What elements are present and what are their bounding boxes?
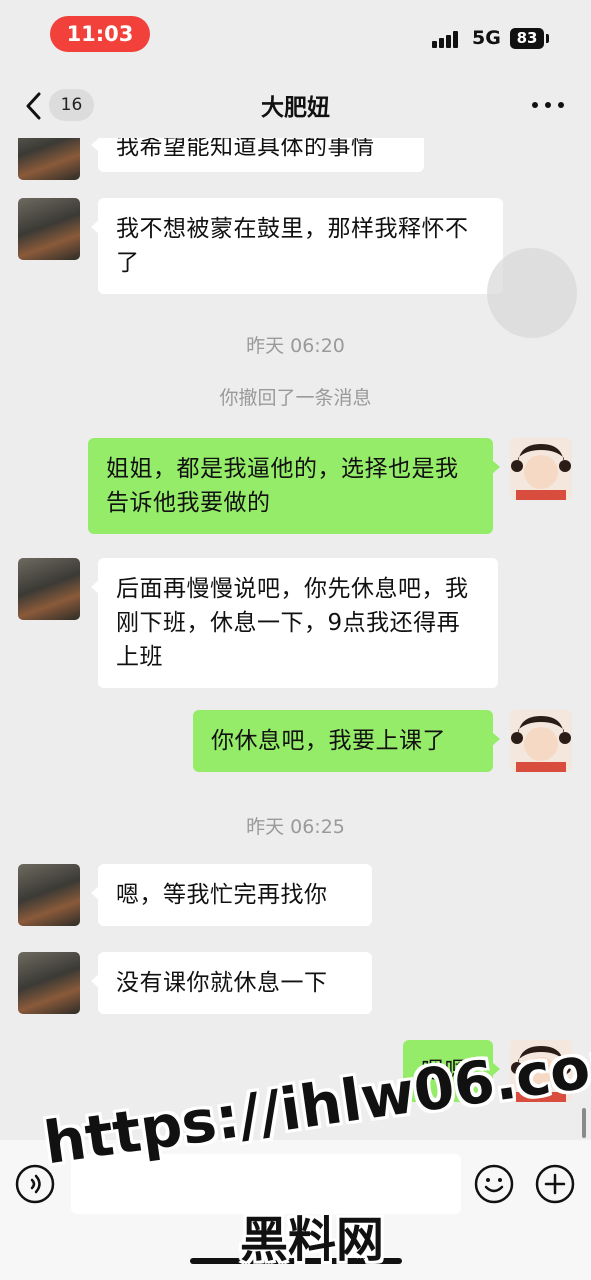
contact-avatar[interactable] xyxy=(18,864,80,926)
contact-avatar[interactable] xyxy=(18,558,80,620)
message-bubble-outgoing[interactable]: 姐姐，都是我逼他的，选择也是我告诉他我要做的 xyxy=(88,438,500,534)
chat-header: 16 大肥妞 xyxy=(0,70,591,140)
user-avatar[interactable] xyxy=(510,438,572,500)
more-icon[interactable] xyxy=(532,102,566,110)
battery-icon: 83 xyxy=(510,28,544,49)
message-bubble-incoming[interactable]: 我希望能知道具体的事情 xyxy=(91,138,424,172)
timestamp-label: 昨天 06:25 xyxy=(246,816,345,838)
message-bubble-incoming[interactable]: 嗯，等我忙完再找你 xyxy=(91,864,372,926)
timestamp-label: 昨天 06:20 xyxy=(246,335,345,357)
user-avatar[interactable] xyxy=(510,710,572,772)
message-bubble-incoming[interactable]: 没有课你就休息一下 xyxy=(91,952,372,1014)
recall-notice: 你撤回了一条消息 xyxy=(219,387,372,409)
message-list[interactable]: 我希望能知道具体的事情 我不想被蒙在鼓里，那样我释怀不了 昨天 06:20 你撤… xyxy=(0,138,591,1140)
message-bubble-outgoing[interactable]: 你休息吧，我要上课了 xyxy=(193,710,500,772)
battery-tip xyxy=(546,34,549,43)
watermark-site-name: 黑料网 xyxy=(240,1212,385,1268)
signal-icon xyxy=(432,31,462,48)
contact-avatar[interactable] xyxy=(18,138,80,180)
contact-avatar[interactable] xyxy=(18,198,80,260)
plus-icon[interactable] xyxy=(535,1164,575,1204)
message-bubble-incoming[interactable]: 后面再慢慢说吧，你先休息吧，我刚下班，休息一下，9点我还得再上班 xyxy=(91,558,498,688)
chat-title: 大肥妞 xyxy=(261,95,330,121)
status-time: 11:03 xyxy=(50,16,150,52)
message-bubble-incoming[interactable]: 我不想被蒙在鼓里，那样我释怀不了 xyxy=(91,198,503,294)
emoji-icon[interactable] xyxy=(474,1164,514,1204)
status-bar: 11:03 5G 83 xyxy=(0,0,591,70)
network-type: 5G xyxy=(472,27,501,49)
floating-assist-button[interactable] xyxy=(487,248,577,338)
contact-avatar[interactable] xyxy=(18,952,80,1014)
scrollbar[interactable] xyxy=(582,1108,586,1138)
